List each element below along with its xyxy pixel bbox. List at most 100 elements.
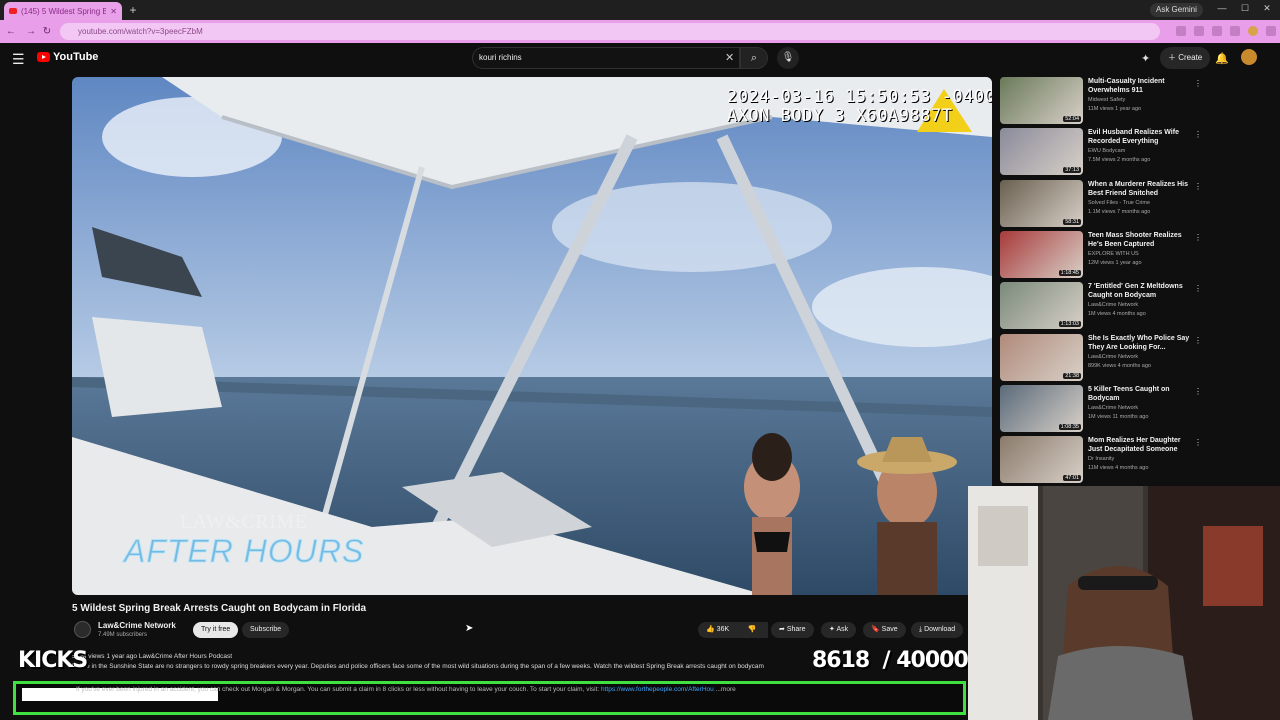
video-thumbnail[interactable]: 21:38 bbox=[1000, 333, 1083, 381]
thumbs-up-icon: 👍 bbox=[706, 626, 715, 633]
more-actions-icon[interactable]: ⋮ bbox=[1194, 284, 1202, 293]
video-thumbnail[interactable]: 37:13 bbox=[1000, 128, 1083, 176]
recommended-video-channel[interactable]: Law&Crime Network bbox=[1088, 354, 1138, 360]
sponsor-text: If you've ever been injured in an accide… bbox=[76, 686, 600, 693]
youtube-header: ☰ YouTube kouri richins ✕ ⌕ 🎙 ✦ ＋ Create… bbox=[0, 43, 1280, 73]
recommended-video-channel[interactable]: Midwest Safety bbox=[1088, 97, 1125, 103]
back-icon[interactable]: ← bbox=[4, 25, 18, 39]
more-actions-icon[interactable]: ⋮ bbox=[1194, 336, 1202, 345]
share-icon: ➦ bbox=[779, 626, 785, 633]
cast-icon[interactable]: ✦ bbox=[1141, 52, 1150, 65]
streamer-webcam bbox=[968, 486, 1280, 720]
share-button[interactable]: ➦ Share bbox=[771, 622, 814, 638]
account-avatar[interactable] bbox=[1241, 49, 1257, 65]
minimize-icon[interactable]: — bbox=[1214, 3, 1230, 13]
video-thumbnail[interactable]: 52:04 bbox=[1000, 77, 1083, 124]
dislike-button[interactable]: 👎 bbox=[738, 622, 766, 638]
recommended-video-channel[interactable]: EWU Bodycam bbox=[1088, 148, 1125, 154]
youtube-logo[interactable]: YouTube bbox=[37, 51, 98, 63]
notifications-icon[interactable]: 🔔 bbox=[1215, 52, 1229, 65]
more-actions-icon[interactable]: ⋮ bbox=[1194, 130, 1202, 139]
subscribe-button[interactable]: Subscribe bbox=[242, 622, 290, 638]
video-player[interactable]: 2024-03-16 15:50:53 -0400 AXON BODY 3 X6… bbox=[72, 77, 992, 595]
more-actions-icon[interactable]: ⋮ bbox=[1194, 387, 1202, 396]
new-tab-button[interactable]: + bbox=[126, 3, 140, 17]
ask-button[interactable]: ✦ Ask bbox=[821, 622, 857, 638]
recommended-video-title[interactable]: Evil Husband Realizes Wife Recorded Ever… bbox=[1088, 128, 1193, 146]
recommended-video-title[interactable]: 7 'Entitled' Gen Z Meltdowns Caught on B… bbox=[1088, 282, 1193, 300]
like-count: 36K bbox=[716, 626, 730, 633]
recommended-video-item[interactable]: 37:13 Evil Husband Realizes Wife Recorded… bbox=[1000, 128, 1205, 176]
recommended-video-title[interactable]: When a Murderer Realizes His Best Friend… bbox=[1088, 180, 1193, 198]
recommended-video-meta: 12M views 1 year ago bbox=[1088, 259, 1142, 266]
recommended-video-item[interactable]: 21:38 She Is Exactly Who Police Say They … bbox=[1000, 333, 1205, 382]
forward-icon[interactable]: → bbox=[24, 25, 38, 39]
ask-gemini-button[interactable]: Ask Gemini bbox=[1150, 3, 1203, 17]
recommended-video-channel[interactable]: Dr Insanity bbox=[1088, 456, 1114, 462]
recommended-video-meta: 1.1M views 7 months ago bbox=[1088, 208, 1151, 215]
browser-menu-icon[interactable] bbox=[1266, 26, 1276, 36]
hamburger-menu-icon[interactable]: ☰ bbox=[12, 51, 25, 68]
ask-label: Ask bbox=[836, 626, 849, 633]
video-thumbnail[interactable]: 1:08:35 bbox=[1000, 384, 1083, 432]
video-thumbnail[interactable]: 1:18:45 bbox=[1000, 230, 1083, 278]
more-actions-icon[interactable]: ⋮ bbox=[1194, 182, 1202, 191]
recommended-video-channel[interactable]: Law&Crime Network bbox=[1088, 405, 1138, 411]
extension-icon[interactable] bbox=[1194, 26, 1204, 36]
clear-search-icon[interactable]: ✕ bbox=[725, 51, 734, 64]
video-description[interactable]: 5.5M views 1 year ago Law&Crime After Ho… bbox=[72, 652, 812, 672]
extension-icon[interactable] bbox=[1176, 26, 1186, 36]
recommended-video-title[interactable]: 5 Killer Teens Caught on Bodycam bbox=[1088, 385, 1193, 403]
search-button[interactable]: ⌕ bbox=[740, 47, 768, 69]
recommended-video-channel[interactable]: Law&Crime Network bbox=[1088, 302, 1138, 308]
more-link[interactable]: ...more bbox=[716, 686, 736, 693]
video-duration: 52:04 bbox=[1063, 116, 1081, 122]
channel-name[interactable]: Law&Crime Network bbox=[98, 621, 176, 630]
maximize-icon[interactable]: ☐ bbox=[1237, 3, 1253, 14]
create-label: Create bbox=[1178, 53, 1203, 62]
save-label: Save bbox=[881, 626, 898, 633]
description-meta: 5.5M views 1 year ago Law&Crime After Ho… bbox=[72, 653, 233, 660]
video-duration: 37:13 bbox=[1063, 167, 1081, 174]
extension-icon[interactable] bbox=[1212, 26, 1222, 36]
channel-avatar[interactable] bbox=[74, 621, 91, 638]
recommended-video-title[interactable]: She Is Exactly Who Police Say They Are L… bbox=[1088, 334, 1193, 352]
reload-icon[interactable]: ↻ bbox=[40, 25, 54, 39]
recommended-video-item[interactable]: 47:01 Mom Realizes Her Daughter Just Deca… bbox=[1000, 436, 1205, 484]
video-thumbnail[interactable]: 47:01 bbox=[1000, 436, 1083, 484]
description-text: Police in the Sunshine State are no stra… bbox=[72, 663, 764, 670]
recommended-video-title[interactable]: Teen Mass Shooter Realizes He's Been Cap… bbox=[1088, 231, 1193, 249]
recommended-video-channel[interactable]: EXPLORE WITH US bbox=[1088, 251, 1139, 257]
voice-search-icon[interactable]: 🎙 bbox=[777, 47, 799, 69]
more-actions-icon[interactable]: ⋮ bbox=[1194, 233, 1202, 242]
video-thumbnail[interactable]: 1:13:03 bbox=[1000, 282, 1083, 330]
profile-icon[interactable] bbox=[1248, 26, 1258, 36]
try-it-free-button[interactable]: Try it free bbox=[193, 622, 239, 638]
video-duration: 47:01 bbox=[1063, 475, 1081, 482]
extension-icon[interactable] bbox=[1230, 26, 1240, 36]
address-bar[interactable]: youtube.com/watch?v=3peecFZbM bbox=[60, 23, 1160, 40]
search-input[interactable]: kouri richins bbox=[472, 47, 740, 69]
download-button[interactable]: ⤓ Download bbox=[911, 622, 964, 638]
more-actions-icon[interactable]: ⋮ bbox=[1194, 438, 1202, 447]
recommended-video-item[interactable]: 58:31 When a Murderer Realizes His Best F… bbox=[1000, 179, 1205, 228]
recommended-video-item[interactable]: 1:08:35 5 Killer Teens Caught on Bodycam L… bbox=[1000, 384, 1205, 433]
recommended-video-item[interactable]: 1:13:03 7 'Entitled' Gen Z Meltdowns Caug… bbox=[1000, 282, 1205, 330]
save-button[interactable]: 🔖 Save bbox=[863, 622, 906, 638]
video-thumbnail[interactable]: 58:31 bbox=[1000, 179, 1083, 227]
stream-overlay-bar: If you've ever been injured in an accide… bbox=[13, 681, 966, 715]
recommended-video-item[interactable]: 1:18:45 Teen Mass Shooter Realizes He's B… bbox=[1000, 230, 1205, 279]
stream-overlay-counter: 8618 / 40000 bbox=[812, 648, 969, 673]
create-button[interactable]: ＋ Create bbox=[1160, 47, 1211, 69]
video-duration: 1:13:03 bbox=[1058, 321, 1081, 328]
sponsor-link[interactable]: https://www.forthepeople.com/AfterHou bbox=[601, 686, 714, 693]
recommended-video-title[interactable]: Mom Realizes Her Daughter Just Decapitat… bbox=[1088, 436, 1193, 454]
recommended-video-channel[interactable]: Solved Files - True Crime bbox=[1088, 200, 1150, 206]
description-sponsor-line: If you've ever been injured in an accide… bbox=[76, 686, 736, 693]
recommended-video-item[interactable]: 52:04 Multi-Casualty Incident Overwhelms … bbox=[1000, 77, 1205, 125]
close-window-icon[interactable]: ✕ bbox=[1259, 3, 1275, 14]
recommended-video-title[interactable]: Multi-Casualty Incident Overwhelms 911 bbox=[1088, 77, 1193, 95]
tab-close-icon[interactable]: ✕ bbox=[110, 7, 117, 16]
more-actions-icon[interactable]: ⋮ bbox=[1194, 79, 1202, 88]
browser-tab[interactable]: (145) 5 Wildest Spring Break ✕ bbox=[4, 2, 122, 20]
